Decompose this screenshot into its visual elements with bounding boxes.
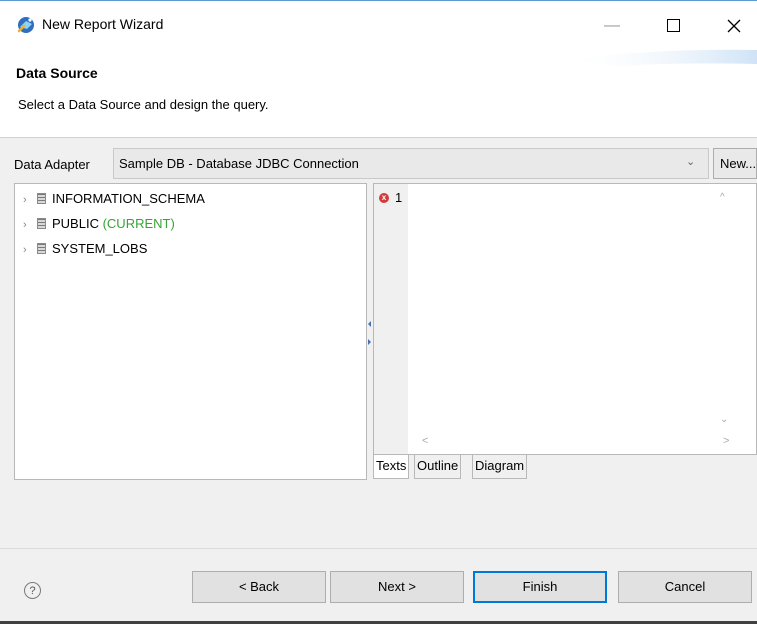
chevron-right-icon[interactable]: › bbox=[23, 215, 37, 235]
window-title: New Report Wizard bbox=[42, 16, 164, 32]
chevron-down-icon: ⌄ bbox=[686, 156, 696, 168]
tree-item-information-schema[interactable]: › INFORMATION_SCHEMA bbox=[23, 189, 205, 209]
wizard-header: Data Source Select a Data Source and des… bbox=[0, 48, 757, 138]
data-adapter-dropdown[interactable]: Sample DB - Database JDBC Connection ⌄ bbox=[113, 148, 709, 179]
error-icon: x bbox=[379, 193, 389, 203]
page-title: Data Source bbox=[16, 65, 98, 81]
minimize-button[interactable]: — bbox=[597, 11, 627, 41]
splitter-arrows-icon bbox=[368, 321, 371, 345]
tree-item-label: INFORMATION_SCHEMA bbox=[52, 191, 205, 206]
tab-outline[interactable]: Outline bbox=[414, 455, 462, 479]
scroll-up-arrow[interactable]: ^ bbox=[720, 192, 725, 203]
query-editor[interactable]: x 1 ^ ⌄ < > bbox=[373, 183, 757, 455]
scroll-down-arrow[interactable]: ⌄ bbox=[720, 414, 728, 425]
close-button[interactable] bbox=[719, 11, 749, 41]
chevron-right-icon[interactable]: › bbox=[23, 240, 37, 260]
tree-item-public[interactable]: › PUBLIC (CURRENT) bbox=[23, 214, 175, 234]
chevron-right-icon[interactable]: › bbox=[23, 190, 37, 210]
line-gutter: x 1 bbox=[374, 184, 408, 454]
database-schema-icon bbox=[37, 193, 46, 204]
tab-diagram[interactable]: Diagram bbox=[472, 455, 528, 479]
scroll-right-arrow[interactable]: > bbox=[723, 435, 729, 447]
help-icon[interactable]: ? bbox=[24, 582, 41, 599]
data-adapter-label: Data Adapter bbox=[14, 157, 90, 172]
horizontal-scrollbar[interactable]: < > bbox=[408, 431, 742, 454]
title-bar: New Report Wizard — bbox=[0, 0, 757, 48]
header-banner-decoration bbox=[560, 49, 757, 66]
close-icon bbox=[727, 19, 741, 33]
database-schema-icon bbox=[37, 243, 46, 254]
editor-tab-bar: Texts Outline Diagram bbox=[373, 455, 757, 480]
current-schema-tag: (CURRENT) bbox=[102, 216, 175, 231]
schema-tree[interactable]: › INFORMATION_SCHEMA › PUBLIC (CURRENT) › S… bbox=[14, 183, 367, 480]
finish-button[interactable]: Finish bbox=[473, 571, 607, 603]
next-button[interactable]: Next > bbox=[330, 571, 464, 603]
wizard-footer: ? < Back Next > Finish Cancel bbox=[0, 548, 757, 624]
tree-item-label: SYSTEM_LOBS bbox=[52, 241, 148, 256]
query-editor-area: x 1 ^ ⌄ < > Texts Outline Diagram bbox=[373, 183, 757, 480]
tree-item-system-lobs[interactable]: › SYSTEM_LOBS bbox=[23, 239, 147, 259]
maximize-button[interactable] bbox=[658, 11, 688, 41]
line-number: 1 bbox=[395, 190, 403, 205]
tree-item-label: PUBLIC bbox=[52, 216, 99, 231]
scroll-left-arrow[interactable]: < bbox=[422, 435, 428, 447]
wizard-icon bbox=[17, 17, 34, 33]
maximize-icon bbox=[666, 19, 680, 32]
tab-texts[interactable]: Texts bbox=[373, 455, 410, 479]
page-description: Select a Data Source and design the quer… bbox=[18, 97, 269, 112]
data-adapter-value: Sample DB - Database JDBC Connection bbox=[119, 156, 359, 171]
new-adapter-button[interactable]: New... bbox=[713, 148, 757, 179]
back-button[interactable]: < Back bbox=[192, 571, 326, 603]
database-schema-icon bbox=[37, 218, 46, 229]
cancel-button[interactable]: Cancel bbox=[618, 571, 752, 603]
